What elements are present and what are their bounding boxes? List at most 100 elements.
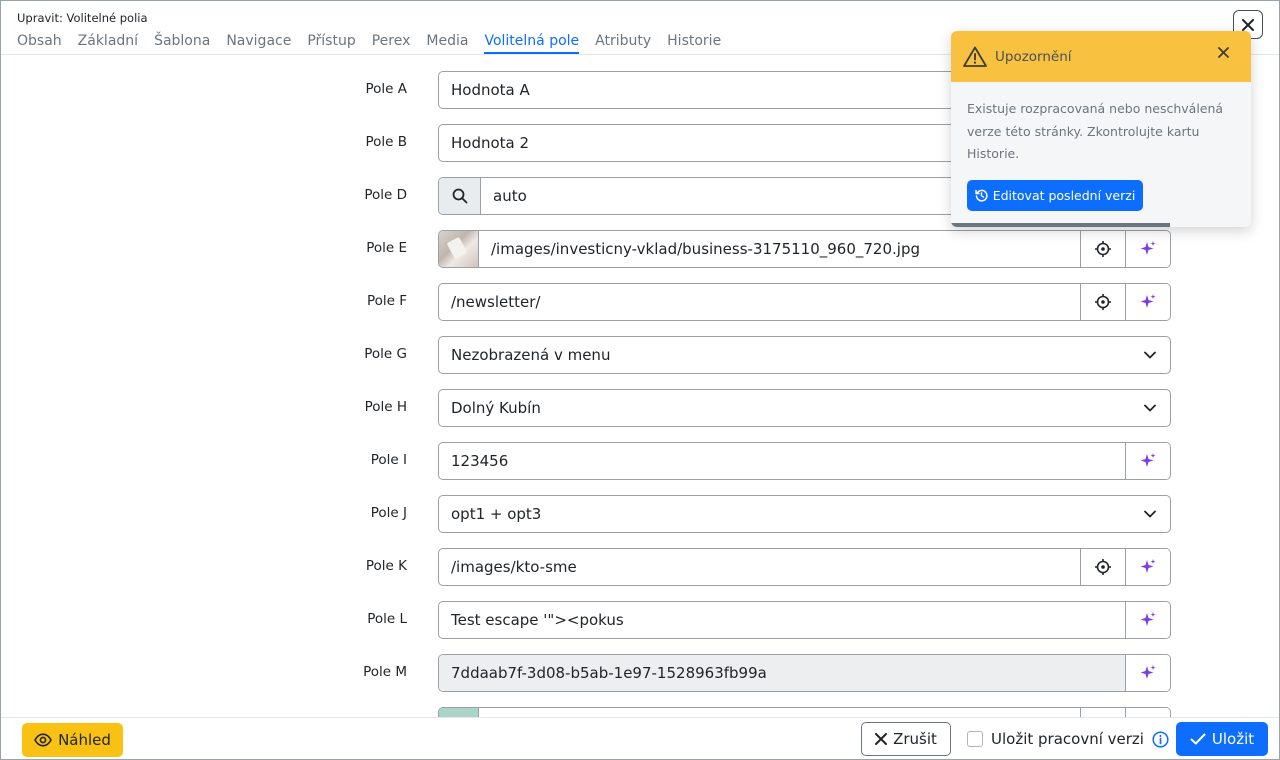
field-l-group: Test escape '"><pokus bbox=[438, 601, 1171, 639]
tab-zakladni[interactable]: Základní bbox=[78, 32, 138, 54]
save-button[interactable]: Uložit bbox=[1176, 722, 1268, 756]
select-path-button[interactable] bbox=[1080, 284, 1125, 320]
toast-message: Existuje rozpracovaná nebo neschválená v… bbox=[967, 101, 1224, 161]
form-row-f: Pole F /newsletter/ bbox=[1, 283, 1279, 321]
tab-historie[interactable]: Historie bbox=[667, 32, 721, 54]
image-thumbnail bbox=[439, 231, 479, 267]
dropdown-toggle[interactable] bbox=[1130, 496, 1170, 532]
form-row-j: Pole J opt1 + opt3 bbox=[1, 495, 1279, 533]
field-label: Pole M bbox=[363, 664, 407, 680]
eye-icon bbox=[34, 733, 52, 747]
form-row-h: Pole H Dolný Kubín bbox=[1, 389, 1279, 427]
search-button[interactable] bbox=[439, 178, 481, 214]
field-g-select[interactable]: Nezobrazená v menu bbox=[438, 336, 1171, 374]
preview-button[interactable]: Náhled bbox=[22, 723, 123, 757]
close-icon[interactable] bbox=[1218, 47, 1229, 58]
field-label: Pole G bbox=[364, 346, 407, 362]
field-i-group: 123456 bbox=[438, 442, 1171, 480]
field-label: Pole L bbox=[367, 611, 407, 627]
crosshair-icon bbox=[1095, 241, 1111, 257]
ai-button[interactable] bbox=[1125, 443, 1170, 479]
search-icon bbox=[452, 188, 467, 204]
field-label: Pole A bbox=[365, 81, 407, 97]
tab-pristup[interactable]: Přístup bbox=[307, 32, 355, 54]
field-i-input[interactable]: 123456 bbox=[439, 443, 1125, 479]
form-row-partial bbox=[1, 707, 1279, 717]
field-k-input[interactable]: /images/kto-sme bbox=[439, 549, 1080, 585]
close-icon bbox=[875, 733, 888, 745]
save-draft-checkbox[interactable] bbox=[967, 731, 983, 747]
dropdown-toggle[interactable] bbox=[1130, 337, 1170, 373]
preview-label: Náhled bbox=[58, 731, 111, 749]
save-draft-label: Uložit pracovní verzi bbox=[991, 730, 1144, 748]
form-row-k: Pole K /images/kto-sme bbox=[1, 548, 1279, 586]
image-thumbnail bbox=[439, 708, 479, 717]
ai-button[interactable] bbox=[1125, 708, 1170, 717]
tab-perex[interactable]: Perex bbox=[372, 32, 411, 54]
close-icon bbox=[1242, 18, 1254, 31]
sparkle-icon bbox=[1140, 665, 1156, 679]
form-row-g: Pole G Nezobrazená v menu bbox=[1, 336, 1279, 374]
field-label: Pole F bbox=[366, 293, 407, 309]
ai-button[interactable] bbox=[1125, 284, 1170, 320]
ai-button[interactable] bbox=[1125, 549, 1170, 585]
crosshair-icon bbox=[1095, 294, 1111, 310]
chevron-down-icon bbox=[1144, 404, 1156, 412]
select-path-button[interactable] bbox=[1080, 549, 1125, 585]
field-h-select[interactable]: Dolný Kubín bbox=[438, 389, 1171, 427]
field-m-input[interactable]: 7ddaab7f-3d08-b5ab-1e97-1528963fb99a bbox=[439, 655, 1125, 691]
field-f-input[interactable]: /newsletter/ bbox=[439, 284, 1080, 320]
info-icon[interactable] bbox=[1152, 730, 1169, 748]
sparkle-icon bbox=[1140, 294, 1156, 308]
tab-atributy[interactable]: Atributy bbox=[595, 32, 651, 54]
chevron-down-icon bbox=[1144, 510, 1156, 518]
sparkle-icon bbox=[1140, 453, 1156, 467]
select-path-button[interactable] bbox=[1080, 708, 1125, 717]
edit-last-version-label: Editovat poslední verzi bbox=[992, 187, 1136, 203]
crosshair-icon bbox=[1095, 559, 1111, 575]
form-row-e: Pole E /images/investicny-vklad/business… bbox=[1, 230, 1279, 268]
toast-progress-bar bbox=[951, 223, 1170, 227]
dialog-footer: Náhled Zrušit Uložit pracovní verzi Ulož… bbox=[1, 717, 1279, 759]
cancel-label: Zrušit bbox=[893, 730, 937, 748]
select-path-button[interactable] bbox=[1080, 231, 1125, 267]
field-n-group bbox=[438, 707, 1171, 717]
save-draft-option: Uložit pracovní verzi bbox=[967, 730, 1169, 748]
field-j-select[interactable]: opt1 + opt3 bbox=[438, 495, 1171, 533]
history-icon bbox=[974, 189, 988, 202]
field-label: Pole E bbox=[366, 240, 407, 256]
field-label: Pole J bbox=[370, 505, 407, 521]
toast-title: Upozornění bbox=[995, 48, 1072, 65]
edit-last-version-button[interactable]: Editovat poslední verzi bbox=[967, 179, 1143, 211]
field-label: Pole H bbox=[364, 399, 407, 415]
ai-button[interactable] bbox=[1125, 655, 1170, 691]
save-label: Uložit bbox=[1211, 730, 1255, 748]
field-l-input[interactable]: Test escape '"><pokus bbox=[439, 602, 1125, 638]
field-g-value: Nezobrazená v menu bbox=[451, 346, 611, 364]
tab-media[interactable]: Media bbox=[426, 32, 468, 54]
field-n-input[interactable] bbox=[479, 708, 1080, 717]
tab-navigace[interactable]: Navigace bbox=[226, 32, 291, 54]
field-e-input[interactable]: /images/investicny-vklad/business-317511… bbox=[479, 231, 1080, 267]
dialog-title: Upravit: Volitelné polia bbox=[17, 11, 148, 25]
ai-button[interactable] bbox=[1125, 231, 1170, 267]
chevron-down-icon bbox=[1144, 351, 1156, 359]
tab-obsah[interactable]: Obsah bbox=[17, 32, 62, 54]
sparkle-icon bbox=[1140, 559, 1156, 573]
field-e-group: /images/investicny-vklad/business-317511… bbox=[438, 230, 1171, 268]
form-row-m: Pole M 7ddaab7f-3d08-b5ab-1e97-1528963fb… bbox=[1, 654, 1279, 692]
field-k-group: /images/kto-sme bbox=[438, 548, 1171, 586]
field-label: Pole I bbox=[370, 452, 407, 468]
dropdown-toggle[interactable] bbox=[1130, 390, 1170, 426]
field-f-group: /newsletter/ bbox=[438, 283, 1171, 321]
field-m-group: 7ddaab7f-3d08-b5ab-1e97-1528963fb99a bbox=[438, 654, 1171, 692]
sparkle-icon bbox=[1140, 241, 1156, 255]
field-label: Pole B bbox=[365, 134, 407, 150]
field-label: Pole K bbox=[365, 558, 407, 574]
warning-icon bbox=[963, 46, 987, 67]
toast-header: Upozornění bbox=[951, 31, 1251, 82]
tab-volitelna-pole[interactable]: Volitelná pole bbox=[484, 32, 580, 54]
ai-button[interactable] bbox=[1125, 602, 1170, 638]
cancel-button[interactable]: Zrušit bbox=[861, 722, 951, 756]
tab-sablona[interactable]: Šablona bbox=[154, 32, 210, 54]
